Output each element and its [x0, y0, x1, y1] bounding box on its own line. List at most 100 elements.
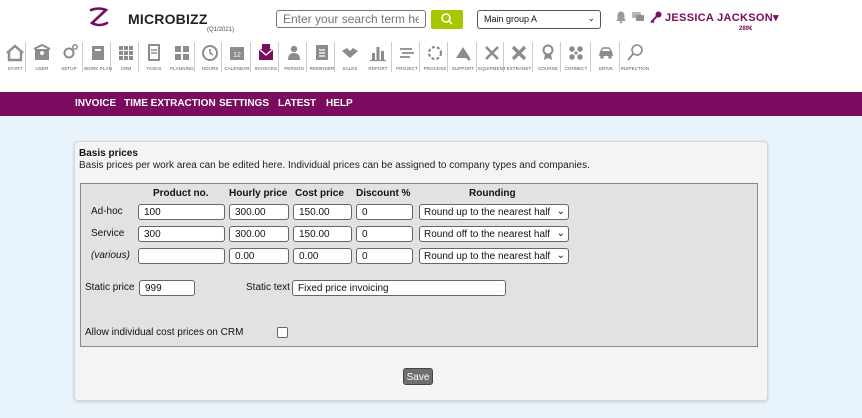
allow-cost-checkbox[interactable] [277, 327, 288, 338]
toolbar-item-connect[interactable]: CONNECT [562, 38, 590, 78]
static-price-field[interactable]: 999 [139, 280, 195, 296]
cost-price-field[interactable]: 150.00 [293, 226, 352, 242]
product-no-field[interactable]: 300 [138, 226, 225, 242]
group-select[interactable]: Main group A ⌄ [477, 10, 601, 29]
toolbar-item-reminder[interactable]: REMINDER [308, 38, 336, 78]
toolbar-item-calendar[interactable]: 12 CALENDAR [223, 38, 251, 78]
toolbar-item-setup[interactable]: SETUP [55, 38, 83, 78]
svg-text:12: 12 [233, 52, 241, 59]
toolbar-item-person[interactable]: PERSON [280, 38, 308, 78]
cost-price-field[interactable]: 150.00 [293, 204, 352, 220]
rounding-value: Round up to the nearest half [424, 207, 551, 218]
toolbar-item-support[interactable]: SUPPORT [449, 38, 477, 78]
gear-icon [63, 44, 78, 59]
toolbar-item-hours[interactable]: HOURS [196, 38, 224, 78]
car-icon [599, 47, 613, 59]
cost-price-field[interactable]: 0.00 [293, 248, 352, 264]
reminder-icon [316, 45, 328, 60]
discount-field[interactable]: 0 [356, 226, 413, 242]
toolbar-item-sales[interactable]: SALES [336, 38, 364, 78]
calendar-icon: 12 [230, 47, 244, 60]
hourly-price-field[interactable]: 0.00 [229, 248, 289, 264]
toolbar-item-process[interactable]: PROCESS [421, 38, 449, 78]
process-icon [427, 45, 443, 61]
toolbar-item-crm[interactable]: CRM [112, 38, 140, 78]
toolbar-item-extranet[interactable]: EXTRANET [505, 38, 533, 78]
person-icon [288, 45, 300, 60]
version-note: (Q1/2021) [207, 27, 235, 33]
crm-icon [119, 46, 133, 60]
product-no-field[interactable]: 100 [138, 204, 225, 220]
handshake-icon [342, 48, 358, 58]
rounding-select[interactable]: Round off to the nearest half ⌄ [419, 226, 569, 242]
nav-latest[interactable]: LATEST [278, 98, 316, 109]
user-menu[interactable]: JESSICA JACKSON▾ [665, 11, 779, 24]
tasks-icon [148, 44, 160, 61]
planning-icon [175, 46, 189, 60]
toolbar-item-label: INSPECTION [620, 66, 650, 71]
column-header: Product no. [153, 188, 209, 199]
key-icon[interactable] [649, 10, 663, 24]
column-header: Discount % [356, 188, 411, 199]
toolbar-item-work-plan[interactable]: WORK PLAN [84, 38, 112, 78]
static-text-label: Static text [246, 282, 290, 293]
bar-chart-icon [370, 47, 386, 62]
toolbar-item-equipment[interactable]: EQUIPMENT [478, 38, 506, 78]
toolbar-item-project[interactable]: PROJECT [393, 38, 421, 78]
extranet-icon [511, 45, 527, 61]
rounding-select[interactable]: Round up to the nearest half ⌄ [419, 248, 569, 264]
module-toolbar: START USER SETUP WORK PLAN CRM TASKS PLANNING H… [0, 38, 862, 78]
rounding-value: Round up to the nearest half [424, 251, 551, 262]
discount-field[interactable]: 0 [356, 248, 413, 264]
project-icon [400, 48, 414, 58]
user-card-icon [33, 43, 51, 60]
main-nav: INVOICE TIME EXTRACTION SETTINGS LATEST … [0, 92, 862, 116]
nav-invoice[interactable]: INVOICE [75, 98, 116, 109]
credit-amount: 289€ [739, 26, 753, 32]
search-button[interactable] [431, 10, 463, 29]
nav-time-extraction[interactable]: TIME EXTRACTION [124, 98, 216, 109]
chevron-down-icon: ⌄ [554, 206, 565, 217]
toolbar-item-inspection[interactable]: INSPECTION [621, 38, 649, 78]
microbizz-logo-icon[interactable] [88, 6, 110, 28]
nav-help[interactable]: HELP [326, 98, 353, 109]
hourly-price-field[interactable]: 300.00 [229, 204, 289, 220]
hourly-price-field[interactable]: 300.00 [229, 226, 289, 242]
row-label: Service [91, 228, 125, 239]
toolbar-item-user[interactable]: USER [28, 38, 56, 78]
static-price-label: Static price [85, 282, 135, 293]
page: MICROBIZZ (Q1/2021) Main group A ⌄ JESSI… [0, 0, 862, 418]
toolbar-item-drive[interactable]: DRIVE [592, 38, 620, 78]
chevron-down-icon: ⌄ [554, 228, 565, 239]
toolbar-item-tasks[interactable]: TASKS [140, 38, 168, 78]
toolbar-item-invoices[interactable]: INVOICES [252, 38, 280, 78]
clock-icon [202, 45, 218, 61]
row-label: Ad-hoc [91, 206, 123, 217]
bell-icon[interactable] [614, 10, 628, 24]
panel-description: Basis prices per work area can be edited… [79, 160, 590, 171]
static-text-field[interactable]: Fixed price invoicing [292, 280, 506, 296]
chat-icon[interactable] [631, 10, 645, 24]
basis-prices-panel: Basis prices Basis prices per work area … [74, 141, 768, 401]
nav-settings[interactable]: SETTINGS [219, 98, 269, 109]
column-header: Rounding [469, 188, 516, 199]
support-icon [456, 47, 471, 61]
toolbar-item-report[interactable]: REPORT [364, 38, 392, 78]
toolbar-item-planning[interactable]: PLANNING [168, 38, 196, 78]
tools-icon [485, 46, 499, 60]
discount-field[interactable]: 0 [356, 204, 413, 220]
connect-icon [569, 46, 583, 60]
chevron-down-icon: ⌄ [587, 13, 595, 23]
column-header: Hourly price [229, 188, 288, 199]
rounding-select[interactable]: Round up to the nearest half ⌄ [419, 204, 569, 220]
chevron-down-icon: ⌄ [554, 250, 565, 261]
toolbar-item-start[interactable]: START [1, 38, 29, 78]
app-name: MICROBIZZ [128, 11, 208, 27]
product-no-field[interactable] [138, 248, 225, 264]
row-label: (various) [91, 250, 130, 261]
price-table: Product no. Hourly price Cost price Disc… [80, 183, 758, 347]
toolbar-item-course[interactable]: COURSE [534, 38, 562, 78]
search-input[interactable] [276, 10, 426, 28]
work-plan-icon [92, 46, 104, 60]
save-button[interactable]: Save [403, 368, 433, 385]
